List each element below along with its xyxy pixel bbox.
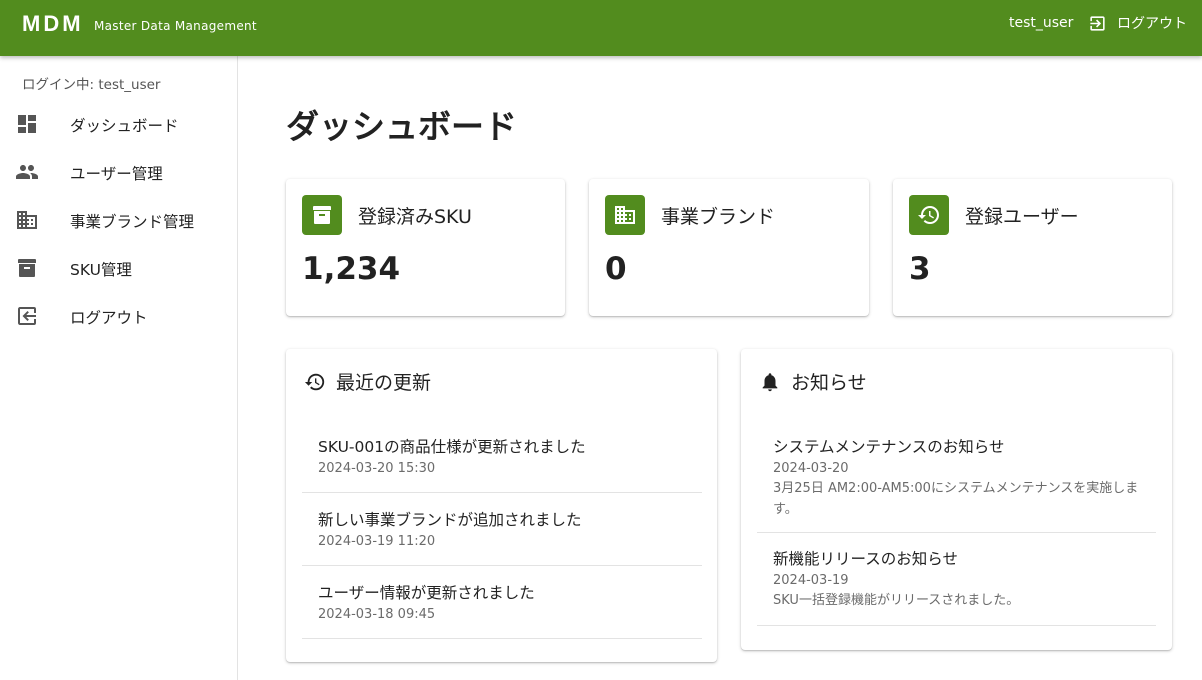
recent-updates-panel: 最近の更新 SKU-001の商品仕様が更新されました 2024-03-20 15… bbox=[286, 349, 717, 662]
list-item[interactable]: 新機能リリースのお知らせ 2024-03-19 SKU一括登録機能がリリースされ… bbox=[757, 533, 1156, 626]
business-icon bbox=[615, 206, 635, 224]
sidebar-item-label: ダッシュボード bbox=[70, 117, 179, 135]
list-item[interactable]: ユーザー情報が更新されました 2024-03-18 09:45 bbox=[302, 566, 702, 639]
item-title: システムメンテナンスのお知らせ bbox=[773, 438, 1005, 456]
app-bar: MDM Master Data Management test_user ログア… bbox=[0, 0, 1202, 56]
dashboard-icon bbox=[18, 115, 36, 133]
page-title: ダッシュボード bbox=[286, 107, 517, 146]
stat-card-users[interactable]: 登録ユーザー 3 bbox=[893, 179, 1172, 316]
app-logo[interactable]: MDM bbox=[22, 11, 84, 37]
item-title: ユーザー情報が更新されました bbox=[318, 584, 535, 602]
stat-icon-badge bbox=[909, 195, 949, 235]
stat-value: 0 bbox=[605, 251, 627, 287]
people-icon bbox=[16, 165, 38, 179]
stat-card-sku[interactable]: 登録済みSKU 1,234 bbox=[286, 179, 565, 316]
sidebar-item-logout[interactable]: ログアウト bbox=[0, 294, 237, 338]
list-item[interactable]: 新しい事業ブランドが追加されました 2024-03-19 11:20 bbox=[302, 493, 702, 566]
stat-label: 登録ユーザー bbox=[965, 206, 1079, 228]
archive-icon bbox=[18, 259, 36, 277]
stat-icon-badge bbox=[605, 195, 645, 235]
list-item[interactable]: SKU-001の商品仕様が更新されました 2024-03-20 15:30 bbox=[302, 419, 702, 493]
stat-value: 3 bbox=[909, 251, 931, 287]
sidebar: ログイン中: test_user ダッシュボード ユーザー管理 事業ブランド管理… bbox=[0, 56, 238, 680]
item-title: 新しい事業ブランドが追加されました bbox=[318, 511, 582, 529]
history-icon bbox=[304, 373, 325, 390]
stat-value: 1,234 bbox=[302, 251, 401, 287]
app-subtitle: Master Data Management bbox=[94, 19, 257, 33]
archive-icon bbox=[313, 206, 331, 224]
current-user: test_user bbox=[1009, 15, 1074, 31]
item-title: 新機能リリースのお知らせ bbox=[773, 550, 958, 568]
panel-header: お知らせ bbox=[759, 368, 867, 395]
sidebar-item-sku[interactable]: SKU管理 bbox=[0, 246, 237, 290]
bell-icon bbox=[762, 372, 778, 391]
item-date: 2024-03-19 11:20 bbox=[318, 534, 436, 549]
item-date: 2024-03-18 09:45 bbox=[318, 607, 436, 622]
stat-label: 事業ブランド bbox=[661, 206, 776, 228]
item-date: 2024-03-20 bbox=[773, 461, 849, 476]
list-item[interactable]: システムメンテナンスのお知らせ 2024-03-20 3月25日 AM2:00-… bbox=[757, 419, 1156, 533]
stat-icon-badge bbox=[302, 195, 342, 235]
sidebar-item-label: 事業ブランド管理 bbox=[70, 213, 195, 231]
stat-card-brands[interactable]: 事業ブランド 0 bbox=[589, 179, 869, 316]
logout-icon bbox=[18, 307, 36, 325]
logout-icon bbox=[1090, 15, 1105, 31]
sidebar-item-dashboard[interactable]: ダッシュボード bbox=[0, 102, 237, 146]
panel-header: 最近の更新 bbox=[304, 368, 431, 395]
sidebar-item-label: ユーザー管理 bbox=[70, 165, 163, 183]
item-title: SKU-001の商品仕様が更新されました bbox=[318, 438, 586, 456]
panel-title: 最近の更新 bbox=[336, 372, 432, 394]
item-body: 3月25日 AM2:00-AM5:00にシステムメンテナンスを実施します。 bbox=[773, 481, 1139, 517]
history-icon bbox=[918, 206, 939, 225]
sidebar-item-label: SKU管理 bbox=[70, 261, 132, 279]
main-content: ダッシュボード 登録済みSKU 1,234 事業ブランド 0 登録ユーザー 3 … bbox=[238, 56, 1202, 680]
header-logout-button[interactable]: ログアウト bbox=[1088, 13, 1187, 33]
header-logout-label: ログアウト bbox=[1117, 16, 1187, 32]
stat-label: 登録済みSKU bbox=[358, 206, 472, 228]
item-date: 2024-03-20 15:30 bbox=[318, 461, 436, 476]
panel-title: お知らせ bbox=[791, 372, 867, 394]
item-date: 2024-03-19 bbox=[773, 573, 849, 588]
item-body: SKU一括登録機能がリリースされました。 bbox=[773, 593, 1020, 608]
sidebar-item-users[interactable]: ユーザー管理 bbox=[0, 150, 237, 194]
sidebar-item-label: ログアウト bbox=[70, 309, 148, 327]
notices-panel: お知らせ システムメンテナンスのお知らせ 2024-03-20 3月25日 AM… bbox=[741, 349, 1172, 650]
sidebar-item-brands[interactable]: 事業ブランド管理 bbox=[0, 198, 237, 242]
login-status: ログイン中: test_user bbox=[22, 77, 161, 93]
business-icon bbox=[17, 211, 37, 229]
